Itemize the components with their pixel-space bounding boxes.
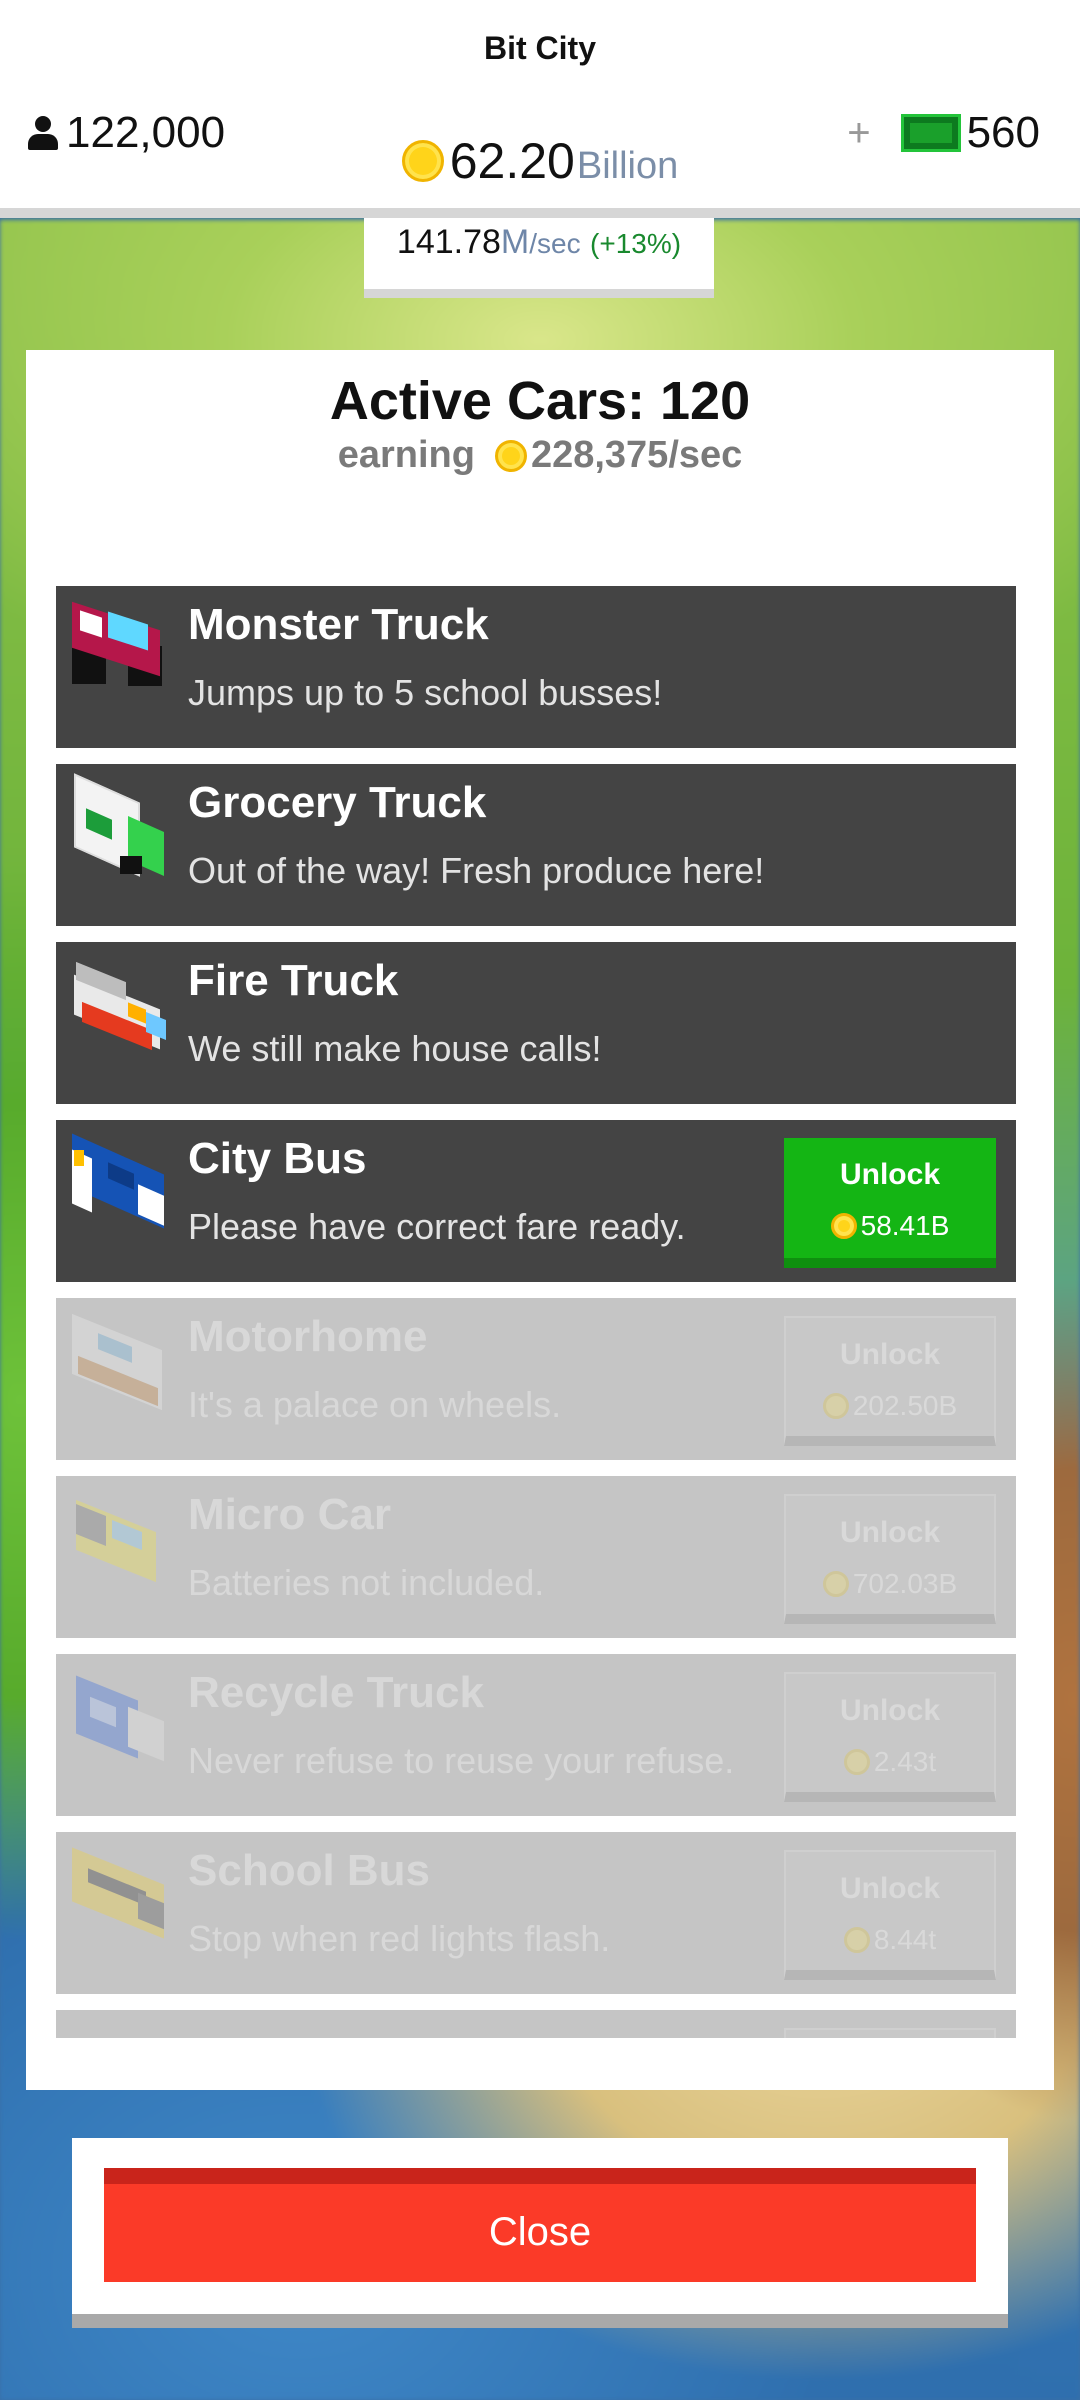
money-unit: Billion: [576, 144, 679, 187]
car-name: Fire Truck: [188, 956, 399, 1005]
coin-icon: [843, 1749, 870, 1775]
coin-icon: [822, 1393, 849, 1419]
earning-label: earning: [337, 434, 475, 476]
car-row-micro-car: Micro Car Batteries not included. Unlock…: [56, 1476, 1016, 1638]
price-value: 2.43t: [873, 1746, 937, 1777]
car-row-next-partial: [56, 2010, 1016, 2038]
unlock-label: Unlock: [839, 1338, 941, 1371]
car-name: School Bus: [188, 1846, 431, 1895]
coin-icon: [830, 1213, 857, 1239]
unlock-button[interactable]: [784, 2028, 996, 2038]
unlock-label: Unlock: [839, 1872, 941, 1905]
car-desc: Batteries not included.: [188, 1562, 545, 1603]
car-desc: Jumps up to 5 school busses!: [188, 672, 663, 713]
earning-line: earning 228,375/sec: [26, 434, 1054, 477]
car-name: Motorhome: [188, 1312, 428, 1361]
earning-value: 228,375/sec: [530, 434, 743, 476]
unlock-button[interactable]: Unlock 202.50B: [784, 1316, 996, 1446]
grocery-truck-icon: [68, 773, 172, 884]
car-desc: Never refuse to reuse your refuse.: [188, 1740, 735, 1781]
unlock-button[interactable]: Unlock 8.44t: [784, 1850, 996, 1980]
bux-icon: [900, 114, 961, 152]
add-bux-button[interactable]: +: [847, 111, 870, 156]
car-row-grocery-truck: Grocery Truck Out of the way! Fresh prod…: [56, 764, 1016, 926]
unlock-button[interactable]: Unlock 2.43t: [784, 1672, 996, 1802]
price-value: 58.41B: [860, 1210, 950, 1241]
fire-truck-icon: [68, 961, 172, 1062]
car-name: Micro Car: [188, 1490, 391, 1539]
car-desc: It's a palace on wheels.: [188, 1384, 562, 1425]
car-desc: Please have correct fare ready.: [188, 1206, 686, 1247]
car-row-monster-truck: Monster Truck Jumps up to 5 school busse…: [56, 586, 1016, 748]
unlock-label: Unlock: [839, 1158, 941, 1191]
price-value: 8.44t: [873, 1924, 937, 1955]
coin-icon: [822, 1571, 849, 1597]
car-row-fire-truck: Fire Truck We still make house calls!: [56, 942, 1016, 1104]
cars-panel: Active Cars: 120 earning 228,375/sec Mon…: [26, 350, 1054, 2090]
city-name: Bit City: [484, 30, 596, 66]
unlock-label: Unlock: [839, 1516, 941, 1549]
rate-value: 141.78: [396, 223, 501, 261]
car-desc: Out of the way! Fresh produce here!: [188, 850, 765, 891]
car-desc: We still make house calls!: [188, 1028, 602, 1069]
car-name: Recycle Truck: [188, 1668, 484, 1717]
school-bus-icon: [68, 1847, 172, 1952]
micro-car-icon: [68, 1496, 172, 1596]
money-value: 62.20: [449, 133, 575, 189]
unlock-button[interactable]: Unlock 702.03B: [784, 1494, 996, 1624]
income-rate: 141.78M/sec (+13%): [364, 218, 714, 298]
unlock-price: 8.44t: [786, 1924, 994, 1956]
car-row-city-bus: City Bus Please have correct fare ready.…: [56, 1120, 1016, 1282]
unlock-price: 702.03B: [786, 1568, 994, 1600]
price-value: 202.50B: [852, 1390, 958, 1421]
car-row-motorhome: Motorhome It's a palace on wheels. Unloc…: [56, 1298, 1016, 1460]
unlock-price: 202.50B: [786, 1390, 994, 1422]
unlock-price: 58.41B: [784, 1210, 996, 1242]
rate-suffix: /sec: [529, 228, 581, 259]
bux-counter[interactable]: + 560: [847, 108, 1040, 158]
unlock-price: 2.43t: [786, 1746, 994, 1778]
close-container: Close: [72, 2138, 1008, 2328]
coin-icon: [401, 140, 444, 182]
coin-icon: [843, 1927, 870, 1953]
car-name: Monster Truck: [188, 600, 489, 649]
car-name: Grocery Truck: [188, 778, 487, 827]
monster-truck-icon: [68, 601, 172, 706]
unlock-button[interactable]: Unlock 58.41B: [784, 1138, 996, 1268]
recycle-truck-icon: [68, 1674, 172, 1774]
coin-icon: [494, 439, 527, 472]
car-desc: Stop when red lights flash.: [188, 1918, 611, 1959]
motorhome-icon: [68, 1313, 172, 1418]
price-value: 702.03B: [852, 1568, 958, 1599]
unlock-label: Unlock: [839, 1694, 941, 1727]
bux-value: 560: [966, 108, 1040, 157]
close-button[interactable]: Close: [104, 2168, 976, 2282]
top-bar: Bit City 122,000 62.20 Billion + 560: [0, 0, 1080, 218]
car-row-school-bus: School Bus Stop when red lights flash. U…: [56, 1832, 1016, 1994]
panel-title: Active Cars: 120: [329, 371, 751, 431]
rate-bonus: (+13%): [590, 228, 682, 259]
rate-unit: M: [500, 223, 530, 261]
city-bus-icon: [68, 1133, 172, 1240]
car-name: City Bus: [188, 1134, 367, 1183]
car-row-recycle-truck: Recycle Truck Never refuse to reuse your…: [56, 1654, 1016, 1816]
car-list[interactable]: Monster Truck Jumps up to 5 school busse…: [56, 586, 1016, 2038]
